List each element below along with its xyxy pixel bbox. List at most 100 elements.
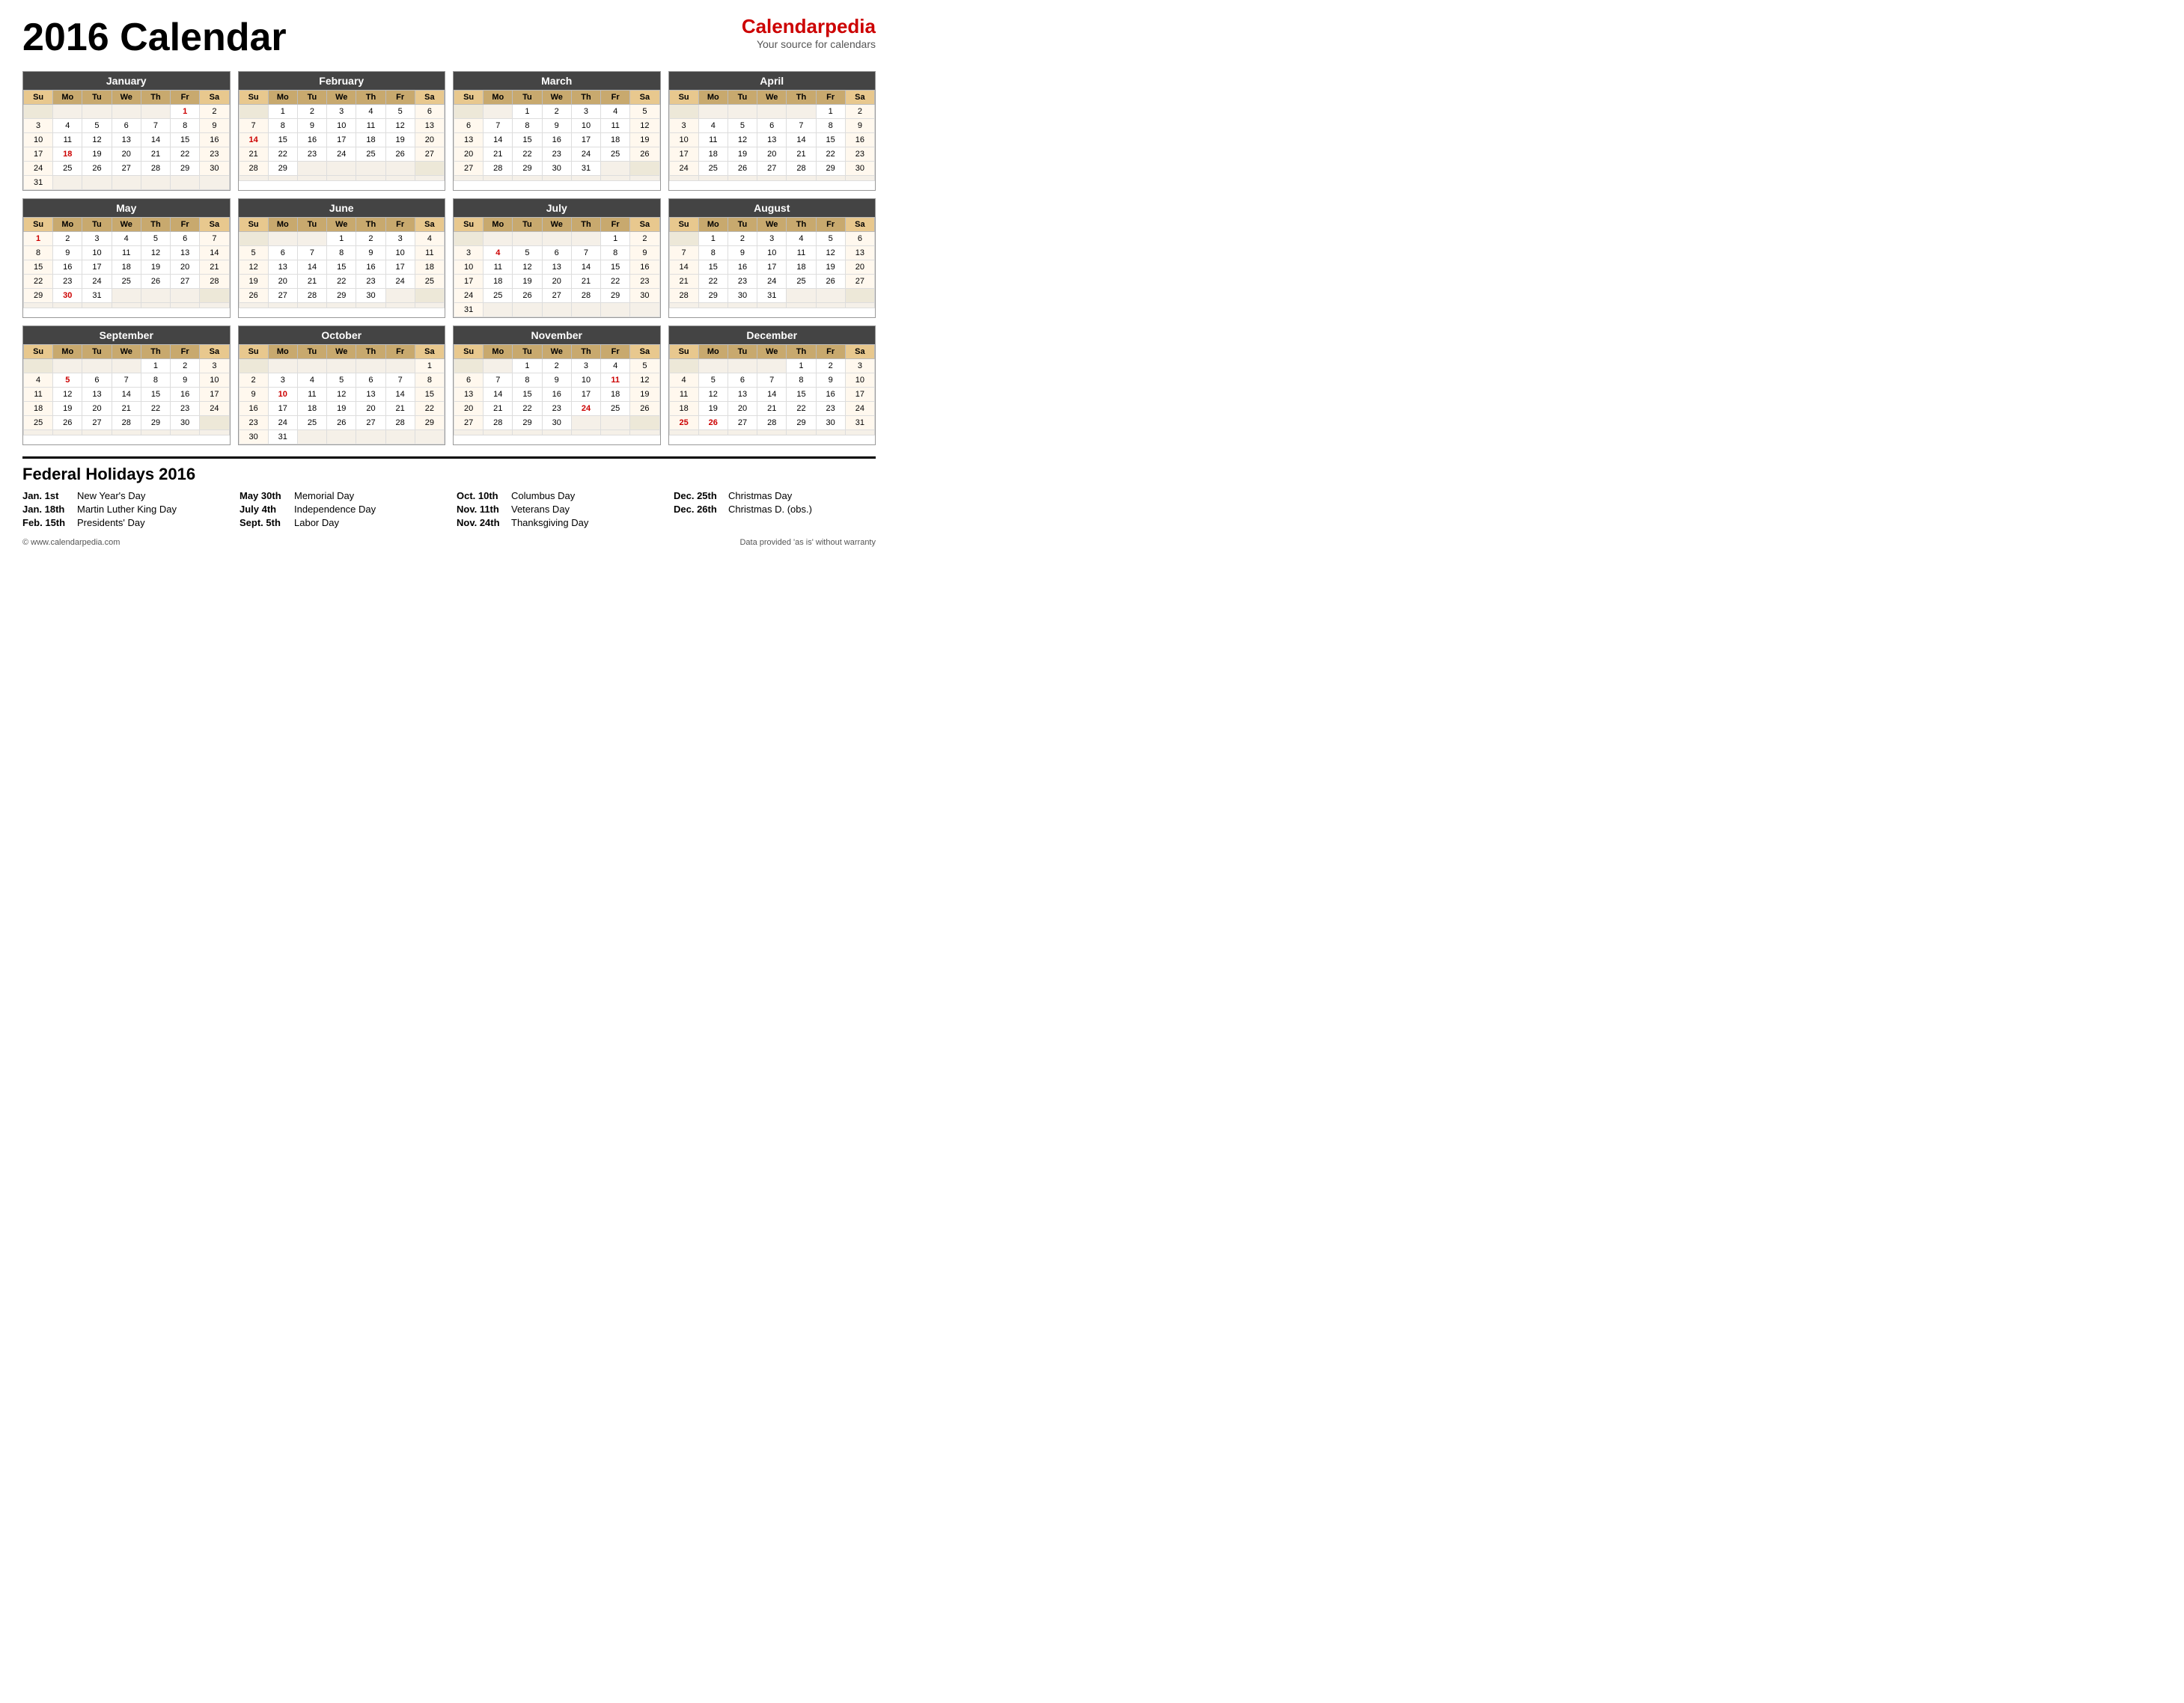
calendar-cell: 29 (513, 416, 542, 430)
brand-block: Calendarpedia Your source for calendars (742, 15, 876, 50)
holiday-column: Dec. 25thChristmas DayDec. 26thChristmas… (674, 490, 876, 531)
calendar-cell (698, 176, 728, 181)
month-title: October (239, 326, 445, 344)
month-block-may: MaySuMoTuWeThFrSa12345678910111213141516… (22, 198, 231, 318)
calendar-cell: 2 (239, 373, 268, 388)
calendar-cell (82, 176, 112, 190)
calendar-cell (698, 359, 728, 373)
calendar-cell: 21 (669, 275, 698, 289)
calendar-cell: 16 (728, 260, 757, 275)
calendar-cell: 25 (415, 275, 444, 289)
calendar-cell: 29 (415, 416, 444, 430)
calendar-cell: 21 (571, 275, 600, 289)
calendar-cell (112, 289, 141, 303)
calendar-cell (630, 176, 659, 181)
day-header-sa: Sa (415, 345, 444, 359)
day-header-mo: Mo (53, 218, 82, 232)
calendar-cell: 12 (728, 133, 757, 147)
calendar-cell: 29 (816, 162, 845, 176)
month-block-august: AugustSuMoTuWeThFrSa12345678910111213141… (668, 198, 876, 318)
calendar-cell: 21 (484, 402, 513, 416)
calendar-cell: 22 (171, 147, 200, 162)
calendar-cell (757, 105, 787, 119)
calendar-cell: 18 (356, 133, 385, 147)
holiday-name: Martin Luther King Day (77, 504, 177, 515)
calendar-cell (845, 303, 874, 308)
month-title: December (669, 326, 876, 344)
day-header-mo: Mo (698, 345, 728, 359)
calendar-cell: 19 (327, 402, 356, 416)
calendar-cell: 18 (24, 402, 53, 416)
calendar-cell: 30 (728, 289, 757, 303)
calendar-cell: 2 (171, 359, 200, 373)
calendar-cell (356, 430, 385, 444)
day-header-tu: Tu (297, 345, 326, 359)
calendar-cell: 4 (669, 373, 698, 388)
calendar-cell (757, 430, 787, 435)
day-header-th: Th (571, 91, 600, 105)
calendar-cell (239, 105, 268, 119)
calendar-cell: 27 (356, 416, 385, 430)
calendar-cell: 15 (171, 133, 200, 147)
calendar-cell: 16 (356, 260, 385, 275)
calendar-cell: 26 (239, 289, 268, 303)
day-header-sa: Sa (200, 218, 229, 232)
calendar-cell (454, 176, 484, 181)
calendar-cell (542, 232, 571, 246)
calendar-cell: 9 (728, 246, 757, 260)
calendar-cell (141, 430, 170, 435)
month-title: September (23, 326, 230, 344)
calendar-cell: 10 (82, 246, 112, 260)
calendar-cell: 28 (385, 416, 415, 430)
day-header-mo: Mo (484, 91, 513, 105)
calendar-cell: 21 (200, 260, 229, 275)
calendar-cell (669, 232, 698, 246)
holiday-date: Oct. 10th (457, 490, 505, 501)
calendar-cell (53, 105, 82, 119)
calendar-cell: 31 (268, 430, 297, 444)
calendar-cell (415, 289, 444, 303)
calendar-cell: 23 (53, 275, 82, 289)
day-header-sa: Sa (845, 91, 874, 105)
calendar-cell (356, 162, 385, 176)
month-title: May (23, 199, 230, 217)
holidays-title: Federal Holidays 2016 (22, 465, 876, 484)
calendar-cell: 3 (82, 232, 112, 246)
day-header-we: We (327, 345, 356, 359)
calendar-cell: 25 (484, 289, 513, 303)
calendar-cell: 10 (385, 246, 415, 260)
calendar-cell: 27 (415, 147, 444, 162)
calendar-cell (141, 105, 170, 119)
calendar-cell (630, 430, 659, 435)
day-header-tu: Tu (728, 91, 757, 105)
calendar-cell (112, 303, 141, 308)
calendar-cell: 21 (484, 147, 513, 162)
calendar-cell: 10 (669, 133, 698, 147)
month-block-september: SeptemberSuMoTuWeThFrSa12345678910111213… (22, 325, 231, 445)
day-header-th: Th (141, 218, 170, 232)
calendar-cell (630, 162, 659, 176)
day-header-sa: Sa (200, 91, 229, 105)
calendar-cell (297, 232, 326, 246)
calendar-cell (845, 289, 874, 303)
holiday-row: Nov. 11thVeterans Day (457, 504, 659, 515)
calendar-cell: 30 (53, 289, 82, 303)
day-header-we: We (542, 218, 571, 232)
calendar-cell (787, 105, 816, 119)
holiday-date: Feb. 15th (22, 517, 71, 528)
calendar-cell: 17 (757, 260, 787, 275)
day-header-th: Th (141, 345, 170, 359)
calendar-cell (268, 359, 297, 373)
month-block-february: FebruarySuMoTuWeThFrSa123456789101112131… (238, 71, 446, 191)
calendar-cell: 14 (787, 133, 816, 147)
day-header-su: Su (24, 345, 53, 359)
calendar-cell: 6 (454, 119, 484, 133)
calendar-cell: 19 (141, 260, 170, 275)
calendar-cell: 26 (385, 147, 415, 162)
calendar-cell: 5 (513, 246, 542, 260)
calendar-cell: 20 (728, 402, 757, 416)
day-header-we: We (757, 218, 787, 232)
calendar-cell: 11 (601, 373, 630, 388)
calendar-cell (816, 289, 845, 303)
day-header-th: Th (356, 345, 385, 359)
